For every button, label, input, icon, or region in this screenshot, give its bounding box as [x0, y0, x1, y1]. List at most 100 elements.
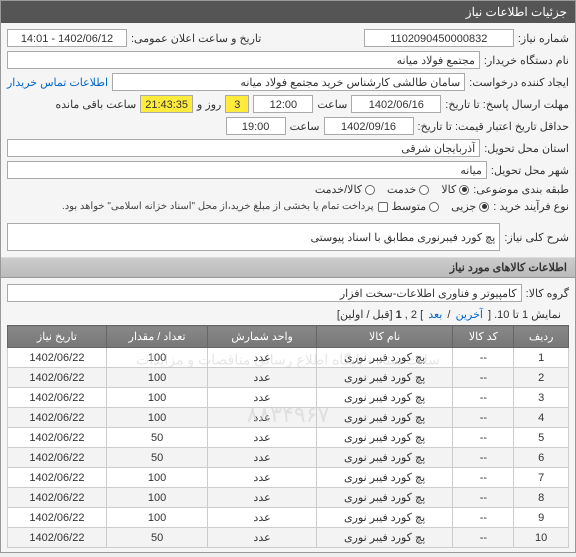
table-row[interactable]: 9--پچ کورد فیبر نوریعدد1001402/06/22 [8, 508, 569, 528]
radio-goods-label: کالا [441, 183, 456, 196]
table-cell: 2 [514, 368, 569, 388]
table-row[interactable]: 10--پچ کورد فیبر نوریعدد501402/06/22 [8, 528, 569, 548]
radio-medium[interactable]: متوسط [392, 200, 440, 213]
table-cell: 50 [106, 428, 207, 448]
table-cell: -- [453, 428, 514, 448]
table-cell: 100 [106, 468, 207, 488]
validity-date-field: 1402/09/16 [324, 117, 414, 135]
radio-both-label: کالا/خدمت [315, 183, 362, 196]
table-row[interactable]: 6--پچ کورد فیبر نوریعدد501402/06/22 [8, 448, 569, 468]
table-cell: پچ کورد فیبر نوری [316, 468, 453, 488]
radio-small-label: جزیی [451, 200, 476, 213]
need-no-field: 1102090450000832 [364, 29, 514, 47]
payment-check[interactable] [378, 202, 388, 212]
pager-next-link[interactable]: بعد [428, 309, 442, 321]
desc-label: شرح کلی نیاز: [504, 231, 569, 244]
reply-time-field: 12:00 [253, 95, 313, 113]
table-cell: 1402/06/22 [8, 368, 107, 388]
radio-dot-icon [479, 202, 489, 212]
table-cell: 3 [514, 388, 569, 408]
th-code: کد کالا [453, 326, 514, 348]
reply-deadline-label: مهلت ارسال پاسخ: تا تاریخ: [445, 98, 569, 111]
table-row[interactable]: 2--پچ کورد فیبر نوریعدد1001402/06/22 [8, 368, 569, 388]
validity-time-field: 19:00 [226, 117, 286, 135]
th-unit: واحد شمارش [208, 326, 316, 348]
radio-medium-label: متوسط [392, 200, 427, 213]
time-label-1: ساعت [317, 98, 347, 111]
pager-sep1: / [444, 309, 450, 321]
pager-last-link[interactable]: آخرین [456, 309, 483, 321]
table-cell: پچ کورد فیبر نوری [316, 488, 453, 508]
table-cell: پچ کورد فیبر نوری [316, 528, 453, 548]
table-cell: -- [453, 488, 514, 508]
table-cell: عدد [208, 508, 316, 528]
table-cell: 1 [514, 348, 569, 368]
need-no-label: شماره نیاز: [518, 32, 569, 45]
radio-goods[interactable]: کالا [441, 183, 469, 196]
table-cell: 8 [514, 488, 569, 508]
table-row[interactable]: 1--پچ کورد فیبر نوریعدد1001402/06/22 [8, 348, 569, 368]
table-row[interactable]: 7--پچ کورد فیبر نوریعدد1001402/06/22 [8, 468, 569, 488]
table-cell: 10 [514, 528, 569, 548]
table-cell: پچ کورد فیبر نوری [316, 408, 453, 428]
table-row[interactable]: 4--پچ کورد فیبر نوریعدد1001402/06/22 [8, 408, 569, 428]
radio-service[interactable]: خدمت [387, 183, 429, 196]
table-cell: پچ کورد فیبر نوری [316, 348, 453, 368]
table-cell: 1402/06/22 [8, 388, 107, 408]
radio-dot-icon [419, 185, 429, 195]
table-row[interactable]: 3--پچ کورد فیبر نوریعدد1001402/06/22 [8, 388, 569, 408]
payment-note: پرداخت تمام یا بخشی از مبلغ خرید،از محل … [62, 201, 374, 212]
table-cell: -- [453, 448, 514, 468]
table-cell: عدد [208, 368, 316, 388]
table-cell: 5 [514, 428, 569, 448]
purchase-type-radio-group: جزیی متوسط [392, 200, 490, 213]
table-cell: 9 [514, 508, 569, 528]
province-label: استان محل تحویل: [484, 142, 569, 155]
table-cell: 1402/06/22 [8, 348, 107, 368]
pager: نمایش 1 تا 10. [ آخرین / بعد ] 2 , 1 [قب… [7, 304, 569, 325]
table-cell: 100 [106, 508, 207, 528]
th-date: تاریخ نیاز [8, 326, 107, 348]
pager-suffix: [قبل / اولین] [337, 309, 393, 321]
requester-field: سامان طالشی کارشناس خرید مجتمع فولاد میا… [112, 73, 465, 91]
contact-link[interactable]: اطلاعات تماس خریدار [7, 76, 108, 89]
announce-field: 1402/06/12 - 14:01 [7, 29, 127, 47]
table-row[interactable]: 5--پچ کورد فیبر نوریعدد501402/06/22 [8, 428, 569, 448]
province-field: آذربایجان شرقی [7, 139, 480, 157]
announce-label: تاریخ و ساعت اعلان عمومی: [131, 32, 261, 45]
table-cell: 1402/06/22 [8, 528, 107, 548]
group-field: کامپیوتر و فناوری اطلاعات-سخت افزار [7, 284, 522, 302]
reply-date-field: 1402/06/16 [351, 95, 441, 113]
th-row: ردیف [514, 326, 569, 348]
radio-service-label: خدمت [387, 183, 416, 196]
table-cell: پچ کورد فیبر نوری [316, 388, 453, 408]
table-cell: -- [453, 408, 514, 428]
table-row[interactable]: 8--پچ کورد فیبر نوریعدد1001402/06/22 [8, 488, 569, 508]
time-label-2: ساعت [290, 120, 320, 133]
table-cell: عدد [208, 388, 316, 408]
goods-area: سایت ستاد - پایگاه اطلاع رسانی مناقصات و… [1, 278, 575, 552]
table-cell: 7 [514, 468, 569, 488]
time-left-field: 21:43:35 [140, 95, 193, 113]
table-cell: پچ کورد فیبر نوری [316, 368, 453, 388]
radio-dot-icon [459, 185, 469, 195]
table-cell: -- [453, 508, 514, 528]
table-cell: عدد [208, 348, 316, 368]
table-cell: عدد [208, 488, 316, 508]
table-cell: 1402/06/22 [8, 408, 107, 428]
pager-prefix: نمایش 1 تا 10. [ [488, 309, 561, 321]
pager-current: 1 [396, 309, 402, 321]
table-cell: -- [453, 528, 514, 548]
days-unit: روز و [197, 98, 221, 111]
table-cell: 1402/06/22 [8, 508, 107, 528]
table-cell: -- [453, 468, 514, 488]
radio-both[interactable]: کالا/خدمت [315, 183, 375, 196]
buyer-field: مجتمع فولاد میانه [7, 51, 480, 69]
radio-small[interactable]: جزیی [451, 200, 489, 213]
table-cell: 1402/06/22 [8, 468, 107, 488]
form-area: شماره نیاز: 1102090450000832 تاریخ و ساع… [1, 23, 575, 257]
window: جزئیات اطلاعات نیاز شماره نیاز: 11020904… [0, 0, 576, 553]
table-cell: پچ کورد فیبر نوری [316, 508, 453, 528]
th-name: نام کالا [316, 326, 453, 348]
table-cell: 6 [514, 448, 569, 468]
